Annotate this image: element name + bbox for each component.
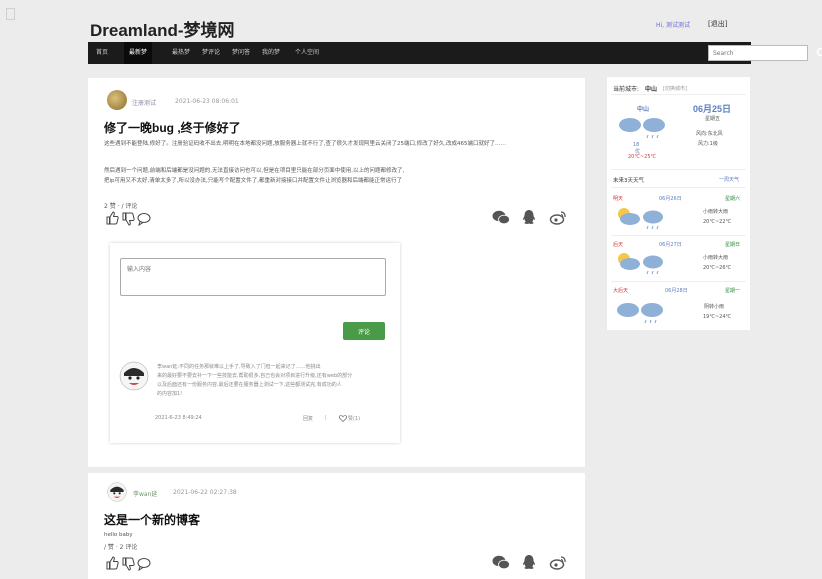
post-title[interactable]: 这是一个新的博客 bbox=[104, 511, 200, 528]
weibo-icon[interactable] bbox=[549, 555, 567, 570]
separator: | bbox=[325, 415, 327, 421]
comment-bubble-icon[interactable] bbox=[137, 212, 151, 226]
rain-cloud-icon bbox=[619, 118, 665, 139]
nav-qa[interactable]: 梦问答 bbox=[232, 42, 250, 64]
nav-my-dreams[interactable]: 我的梦 bbox=[262, 42, 280, 64]
comment-submit-button[interactable]: 评论 bbox=[343, 322, 385, 340]
post-title[interactable]: 修了一晚bug ,终于修好了 bbox=[104, 119, 241, 136]
forecast-day: 明天 bbox=[613, 196, 624, 202]
search-icon[interactable] bbox=[815, 46, 822, 60]
post-time: 2021-06-23 08:06:01 bbox=[175, 98, 239, 105]
wechat-icon[interactable] bbox=[492, 210, 510, 225]
comment-line: 来的最好要不要去补一下一些技能去,帮助很多,自己也会对项目进行升级,还有web的… bbox=[157, 373, 353, 379]
forecast-desc: 小雨转大雨 bbox=[703, 255, 729, 261]
site-brand[interactable]: Dreamland-梦境网 bbox=[90, 16, 235, 41]
post-time: 2021-06-22 02:27:38 bbox=[173, 489, 237, 496]
switch-city-link[interactable]: [切换城市] bbox=[663, 85, 687, 92]
divider bbox=[611, 94, 746, 95]
forecast-day: 后天 bbox=[613, 242, 624, 248]
forecast-title: 未来3天天气 bbox=[613, 178, 644, 184]
sun-rain-icon bbox=[618, 208, 663, 230]
commenter-avatar[interactable] bbox=[119, 361, 149, 391]
user-link[interactable]: Hi, 测试测试 bbox=[656, 20, 690, 29]
logout-link[interactable]: [退出] bbox=[708, 19, 727, 29]
window-corner-icon bbox=[6, 8, 15, 20]
nav-hottest[interactable]: 最热梦 bbox=[172, 42, 190, 64]
forecast-weekday: 星期六 bbox=[725, 196, 741, 202]
today-city: 中山 bbox=[637, 106, 650, 113]
qq-icon[interactable] bbox=[522, 209, 536, 225]
post-author[interactable]: 李wan延 bbox=[133, 489, 157, 498]
qq-icon[interactable] bbox=[522, 554, 536, 570]
comment-body: 李wan延:不同的任务那就难以上手了,导致入了门但一起来记了……他挑出 来的最好… bbox=[157, 363, 372, 399]
nav-latest[interactable]: 最新梦 bbox=[124, 42, 153, 64]
today-temp: 20℃~25℃ bbox=[628, 154, 657, 160]
post-paragraph: 这些遇到不能登陆,修好了。注册验证码收不出去,明明在本地都没问题,放服务器上就不… bbox=[104, 141, 506, 147]
divider bbox=[611, 169, 746, 170]
forecast-date: 06月27日 bbox=[659, 242, 682, 248]
forecast-desc: 小雨转大雨 bbox=[703, 209, 729, 215]
nav-comments[interactable]: 梦评论 bbox=[202, 42, 220, 64]
today-date: 06月25日 bbox=[693, 104, 732, 114]
forecast-temp: 19℃~24℃ bbox=[703, 314, 732, 320]
post-author-avatar[interactable] bbox=[107, 90, 127, 110]
current-city-label: 当前城市: bbox=[613, 86, 640, 93]
post-stats: / 赞 · 2 评论 bbox=[104, 544, 138, 551]
rain-cloud-icon bbox=[617, 303, 663, 324]
comment-line: 的内容加1! bbox=[157, 391, 183, 397]
forecast-date: 06月26日 bbox=[659, 196, 682, 202]
thumbs-up-icon[interactable] bbox=[105, 556, 119, 570]
comment-bubble-icon[interactable] bbox=[137, 557, 151, 571]
divider bbox=[611, 281, 746, 282]
comment-like-count[interactable]: 赞(1) bbox=[348, 415, 360, 422]
forecast-desc: 阴转小雨 bbox=[704, 304, 725, 310]
comment-line: 以及后面还有一份服务内容,最后还要在服务器上测试一下,这些都测试完,有成功的人 bbox=[157, 382, 342, 388]
today-weekday: 星期五 bbox=[705, 116, 721, 122]
forecast-temp: 20℃~22℃ bbox=[703, 219, 732, 225]
post-author[interactable]: 注册测试 bbox=[132, 98, 156, 107]
post-paragraph: 然后遇到一个问题,前端和后端都是没问题的,无法直接访问也可以,但是在项目里只能在… bbox=[104, 168, 405, 174]
comment-input[interactable] bbox=[120, 258, 386, 296]
today-wind-dir: 风向:东北风 bbox=[696, 131, 723, 137]
comment-section: 评论 李wan延:不同的任务那就难以上手了,导致入了门但一起来记了……他挑出 来… bbox=[110, 243, 400, 443]
post-author-avatar[interactable] bbox=[107, 482, 127, 502]
forecast-weekday: 星期一 bbox=[725, 288, 741, 294]
comment-reply-link[interactable]: 回复 bbox=[303, 415, 313, 422]
weather-widget: 当前城市: 中山 [切换城市] 中山 06月25日 星期五 风向:东北风 风力:… bbox=[607, 77, 750, 330]
post-body: hello baby bbox=[104, 532, 133, 538]
nav-home[interactable]: 首页 bbox=[96, 42, 108, 64]
divider bbox=[611, 235, 746, 236]
today-wind-level: 风力:1级 bbox=[698, 141, 718, 147]
thumbs-down-icon[interactable] bbox=[121, 557, 135, 571]
forecast-temp: 20℃~26℃ bbox=[703, 265, 732, 271]
divider bbox=[611, 187, 746, 188]
post-paragraph: 把ip可用又不太好,清单太多了,所以没办法,只能写个配置文件了,都重新对接接口并… bbox=[104, 178, 403, 184]
post-stats: 2 赞 · / 评论 bbox=[104, 203, 138, 210]
heart-icon[interactable] bbox=[339, 415, 347, 422]
thumbs-down-icon[interactable] bbox=[121, 212, 135, 226]
comment-time: 2021-6-23 8:49:24 bbox=[155, 415, 202, 421]
forecast-date: 06月28日 bbox=[665, 288, 688, 294]
weekly-forecast-link[interactable]: 一周天气 bbox=[719, 176, 739, 183]
thumbs-up-icon[interactable] bbox=[105, 211, 119, 225]
weibo-icon[interactable] bbox=[549, 210, 567, 225]
current-city: 中山 bbox=[645, 86, 658, 93]
main-navbar: 首页 最新梦 最热梦 梦评论 梦问答 我的梦 个人空间 bbox=[88, 42, 822, 64]
nav-personal-space[interactable]: 个人空间 bbox=[295, 42, 319, 64]
forecast-day: 大后天 bbox=[613, 288, 629, 294]
comment-line: 李wan延:不同的任务那就难以上手了,导致入了门但一起来记了……他挑出 bbox=[157, 364, 321, 370]
sun-rain-icon bbox=[618, 253, 663, 275]
search-input[interactable] bbox=[708, 45, 808, 61]
forecast-weekday: 星期日 bbox=[725, 242, 741, 248]
wechat-icon[interactable] bbox=[492, 555, 510, 570]
